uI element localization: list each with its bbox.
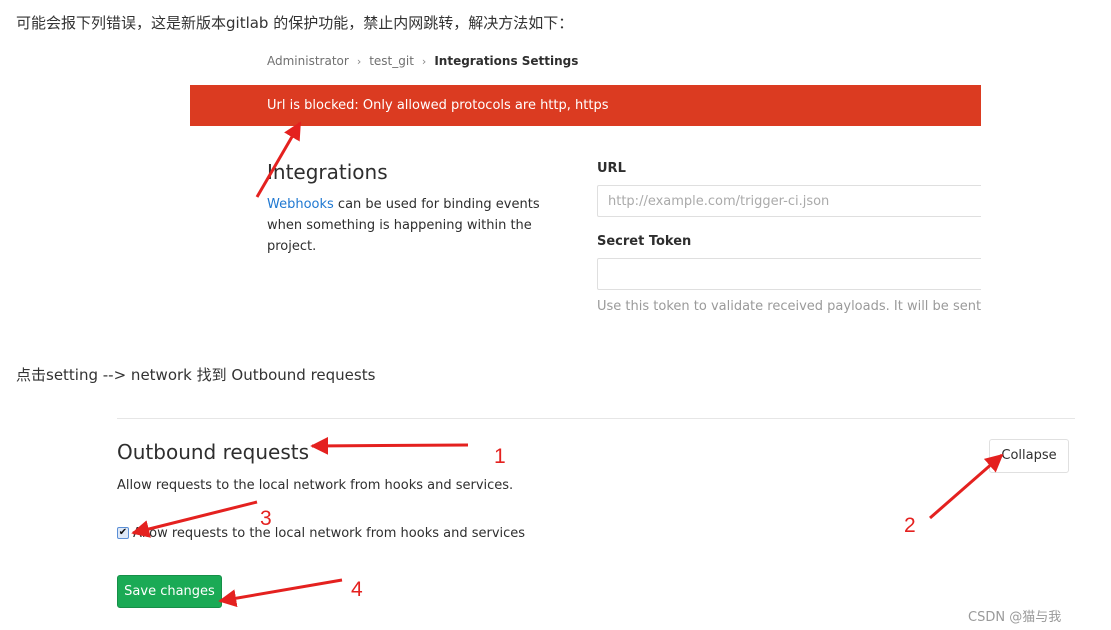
integrations-description: Webhooks can be used for binding events … — [267, 194, 577, 257]
url-label: URL — [597, 161, 626, 176]
annotation-label-1: 1 — [494, 445, 506, 468]
chevron-right-icon: › — [421, 54, 427, 68]
intro-text: 可能会报下列错误，这是新版本gitlab 的保护功能，禁止内网跳转，解决方法如下… — [16, 14, 574, 32]
webhooks-link[interactable]: Webhooks — [267, 197, 334, 212]
outbound-requests-title: Outbound requests — [117, 440, 310, 464]
breadcrumb-item-project[interactable]: test_git — [369, 54, 414, 68]
secret-token-help: Use this token to validate received payl… — [597, 299, 981, 314]
csdn-watermark: CSDN @猫与我 — [968, 610, 1062, 625]
outbound-requests-description: Allow requests to the local network from… — [117, 478, 514, 493]
section-divider — [117, 418, 1075, 419]
url-input[interactable]: http://example.com/trigger-ci.json — [597, 185, 981, 217]
arrow-4 — [218, 578, 343, 608]
annotation-label-4: 4 — [351, 578, 363, 601]
allow-local-requests-checkbox[interactable]: ✔ — [117, 527, 129, 539]
error-flash-banner: Url is blocked: Only allowed protocols a… — [190, 85, 981, 126]
breadcrumb-item-administrator[interactable]: Administrator — [267, 54, 349, 68]
integrations-title: Integrations — [267, 160, 388, 184]
gitlab-integrations-screenshot: Administrator › test_git › Integrations … — [190, 40, 981, 315]
arrow-1 — [310, 436, 469, 455]
chevron-right-icon: › — [356, 54, 362, 68]
annotation-label-3: 3 — [260, 507, 272, 530]
save-changes-button[interactable]: Save changes — [117, 575, 222, 608]
breadcrumb: Administrator › test_git › Integrations … — [267, 54, 578, 68]
secret-token-label: Secret Token — [597, 234, 692, 249]
error-flash-text: Url is blocked: Only allowed protocols a… — [267, 98, 609, 113]
collapse-button[interactable]: Collapse — [989, 439, 1069, 473]
instruction-text: 点击setting --> network 找到 Outbound reques… — [16, 366, 376, 384]
annotation-label-2: 2 — [904, 514, 916, 537]
secret-token-input[interactable] — [597, 258, 981, 290]
breadcrumb-item-current: Integrations Settings — [434, 54, 579, 68]
allow-local-requests-label: Allow requests to the local network from… — [133, 526, 526, 541]
